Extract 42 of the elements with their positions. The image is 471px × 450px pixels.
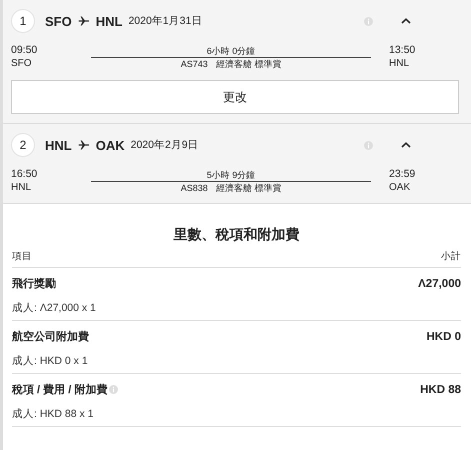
fee-label: 稅項 / 費用 / 附加費 <box>12 382 108 397</box>
destination-code: HNL <box>96 14 122 28</box>
arrival-airport: HNL <box>389 57 410 70</box>
column-header: 項目 <box>12 250 32 263</box>
arrival-airport: OAK <box>389 181 412 194</box>
flight-duration: 6小時 0分鐘 <box>91 44 371 58</box>
fee-amount: HKD 88 <box>420 384 461 396</box>
fee-detail: 成人: Λ27,000 x 1 <box>12 301 97 315</box>
arrival-time: 13:50 <box>389 44 416 57</box>
arrival-time: 23:59 <box>389 168 416 181</box>
flight-date: 2020年2月9日 <box>130 138 199 152</box>
chevron-up-icon[interactable] <box>401 18 411 24</box>
flight-duration: 5小時 9分鐘 <box>91 168 371 182</box>
info-icon[interactable] <box>109 385 118 394</box>
cabin-class: 經濟客艙 標準賞 <box>216 182 282 194</box>
destination-code: OAK <box>96 138 125 152</box>
departure-time: 09:50 <box>11 44 38 57</box>
departure-airport: SFO <box>11 57 33 70</box>
chevron-up-icon[interactable] <box>401 142 411 148</box>
flight-number: AS838 <box>180 182 208 194</box>
departure-time: 16:50 <box>11 168 38 181</box>
flight-date: 2020年1月31日 <box>128 14 202 28</box>
origin-code: HNL <box>45 138 72 152</box>
info-icon[interactable] <box>364 16 373 26</box>
fee-label: 飛行獎勵 <box>12 276 56 291</box>
info-icon[interactable] <box>364 140 373 150</box>
flight-number: AS743 <box>180 58 208 70</box>
plane-icon <box>78 15 90 27</box>
leg-number: 1 <box>11 9 35 33</box>
fee-amount: Λ27,000 <box>418 278 461 290</box>
departure-airport: HNL <box>11 181 32 194</box>
fee-amount: HKD 0 <box>426 330 461 342</box>
origin-code: SFO <box>45 14 72 28</box>
fee-detail: 成人: HKD 0 x 1 <box>12 354 89 368</box>
change-button[interactable]: 更改 <box>11 80 459 114</box>
leg-number: 2 <box>11 133 35 157</box>
plane-icon <box>78 139 90 151</box>
column-header: 小計 <box>441 250 461 263</box>
fee-detail: 成人: HKD 88 x 1 <box>12 407 95 421</box>
cabin-class: 經濟客艙 標準賞 <box>216 58 282 70</box>
fee-label: 航空公司附加費 <box>12 330 89 344</box>
section-title: 里數、稅項和附加費 <box>172 226 300 244</box>
